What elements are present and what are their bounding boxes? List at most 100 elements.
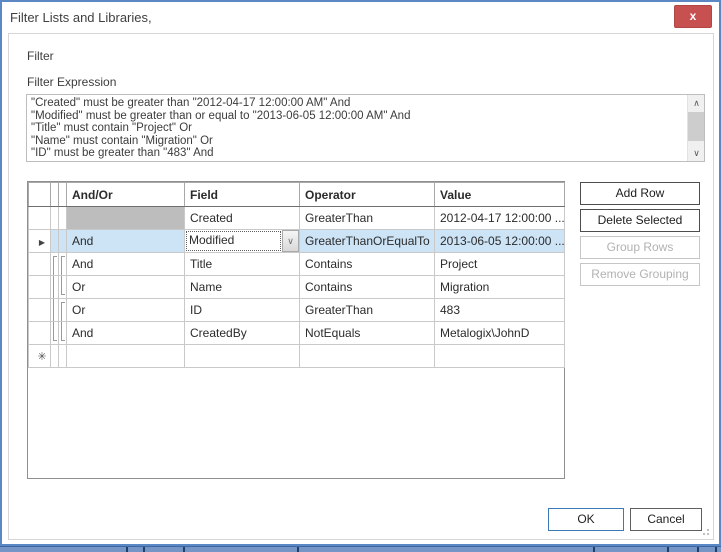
table-row: And Title Contains Project	[29, 253, 565, 276]
operator-cell[interactable]	[300, 345, 435, 368]
row-selector[interactable]	[29, 299, 51, 322]
field-cell[interactable]: ID	[185, 299, 300, 322]
titlebar[interactable]: Filter Lists and Libraries, x	[2, 2, 719, 33]
background-window-strip	[0, 546, 721, 552]
background-column-tick	[183, 547, 185, 552]
delete-selected-rows-button[interactable]: Delete Selected Rows	[580, 209, 700, 232]
column-header-field[interactable]: Field	[185, 183, 300, 207]
grid-header-row: And/Or Field Operator Value	[29, 183, 565, 207]
group-bracket	[53, 299, 57, 321]
remove-grouping-button[interactable]: Remove Grouping	[580, 263, 700, 286]
operator-cell[interactable]: GreaterThanOrEqualTo	[300, 230, 435, 253]
scroll-down-icon[interactable]: ∨	[688, 145, 705, 161]
filter-expression-label: Filter Expression	[27, 75, 116, 89]
table-row: Or Name Contains Migration	[29, 276, 565, 299]
field-combobox-value[interactable]: Modified	[186, 231, 281, 251]
group-cell	[51, 207, 59, 230]
column-header-operator[interactable]: Operator	[300, 183, 435, 207]
expression-line: "Created" must be greater than "2012-04-…	[31, 97, 684, 110]
row-selector[interactable]	[29, 253, 51, 276]
group-cell	[51, 322, 59, 345]
group-cell	[51, 299, 59, 322]
group-cell	[59, 253, 67, 276]
operator-cell[interactable]: GreaterThan	[300, 207, 435, 230]
group-rows-button[interactable]: Group Rows	[580, 236, 700, 259]
scrollbar-thumb[interactable]	[688, 112, 705, 141]
value-cell[interactable]: Migration	[435, 276, 565, 299]
andor-cell[interactable]	[67, 345, 185, 368]
field-cell[interactable]: Created	[185, 207, 300, 230]
group-cell	[51, 230, 59, 253]
operator-cell[interactable]: Contains	[300, 253, 435, 276]
group-cell	[59, 322, 67, 345]
field-combobox[interactable]: Modified ∨	[185, 230, 299, 252]
group-bracket	[53, 322, 57, 341]
row-selector[interactable]	[29, 207, 51, 230]
resize-grip[interactable]	[699, 525, 709, 535]
field-cell[interactable]: Title	[185, 253, 300, 276]
header-group-a	[51, 183, 59, 207]
row-selector[interactable]: ▶	[29, 230, 51, 253]
group-bracket	[61, 322, 65, 341]
expression-scrollbar[interactable]: ∧ ∨	[687, 95, 704, 161]
table-row: And CreatedBy NotEquals Metalogix\JohnD	[29, 322, 565, 345]
background-column-tick	[593, 547, 595, 552]
field-cell[interactable]	[185, 345, 300, 368]
andor-cell[interactable]: And	[67, 230, 185, 253]
row-selector[interactable]	[29, 322, 51, 345]
andor-cell[interactable]: And	[67, 253, 185, 276]
value-cell[interactable]: 483	[435, 299, 565, 322]
new-row-selector[interactable]: ✳	[29, 345, 51, 368]
add-row-button[interactable]: Add Row	[580, 182, 700, 205]
ok-button[interactable]: OK	[548, 508, 624, 531]
value-cell[interactable]: 2012-04-17 12:00:00 ...	[435, 207, 565, 230]
table-row: Or ID GreaterThan 483	[29, 299, 565, 322]
cancel-button[interactable]: Cancel	[630, 508, 702, 531]
group-cell	[59, 299, 67, 322]
group-bracket	[61, 276, 65, 295]
scroll-up-icon[interactable]: ∧	[688, 95, 705, 111]
background-column-tick	[126, 547, 128, 552]
group-bracket	[61, 256, 65, 275]
operator-cell[interactable]: Contains	[300, 276, 435, 299]
filter-dialog: Filter Lists and Libraries, x Filter Fil…	[0, 0, 721, 546]
group-cell	[59, 345, 67, 368]
andor-cell[interactable]: Or	[67, 299, 185, 322]
group-cell	[59, 276, 67, 299]
andor-cell[interactable]: Or	[67, 276, 185, 299]
field-cell[interactable]: Name	[185, 276, 300, 299]
content-panel: Filter Filter Expression "Created" must …	[8, 33, 714, 540]
value-cell[interactable]: Metalogix\JohnD	[435, 322, 565, 345]
group-cell	[59, 230, 67, 253]
chevron-down-icon: ∨	[287, 237, 294, 246]
close-button[interactable]: x	[674, 5, 712, 28]
operator-cell[interactable]: NotEquals	[300, 322, 435, 345]
value-cell[interactable]: Project	[435, 253, 565, 276]
expression-line: "Title" must contain "Project" Or	[31, 122, 684, 135]
table-row-new: ✳	[29, 345, 565, 368]
field-cell[interactable]: CreatedBy	[185, 322, 300, 345]
new-row-icon: ✳	[37, 351, 46, 363]
group-cell	[51, 253, 59, 276]
group-bracket	[53, 276, 57, 298]
background-column-tick	[715, 547, 717, 552]
filter-expression-box[interactable]: "Created" must be greater than "2012-04-…	[26, 94, 705, 162]
group-bracket	[61, 302, 65, 321]
row-selector[interactable]	[29, 276, 51, 299]
field-dropdown-button[interactable]: ∨	[282, 230, 299, 252]
column-header-value[interactable]: Value	[435, 183, 565, 207]
field-cell-editor: Modified ∨	[185, 230, 300, 253]
background-column-tick	[697, 547, 699, 552]
filter-expression-text: "Created" must be greater than "2012-04-…	[31, 97, 684, 160]
group-bracket	[53, 256, 57, 275]
column-header-andor[interactable]: And/Or	[67, 183, 185, 207]
andor-cell	[67, 207, 185, 230]
value-cell[interactable]: 2013-06-05 12:00:00 ...	[435, 230, 565, 253]
value-cell[interactable]	[435, 345, 565, 368]
header-group-b	[59, 183, 67, 207]
expression-line: "Modified" must be greater than or equal…	[31, 110, 684, 123]
group-cell	[51, 276, 59, 299]
operator-cell[interactable]: GreaterThan	[300, 299, 435, 322]
table-row-selected: ▶ And Modified ∨ GreaterThanOrEqualTo 20…	[29, 230, 565, 253]
andor-cell[interactable]: And	[67, 322, 185, 345]
